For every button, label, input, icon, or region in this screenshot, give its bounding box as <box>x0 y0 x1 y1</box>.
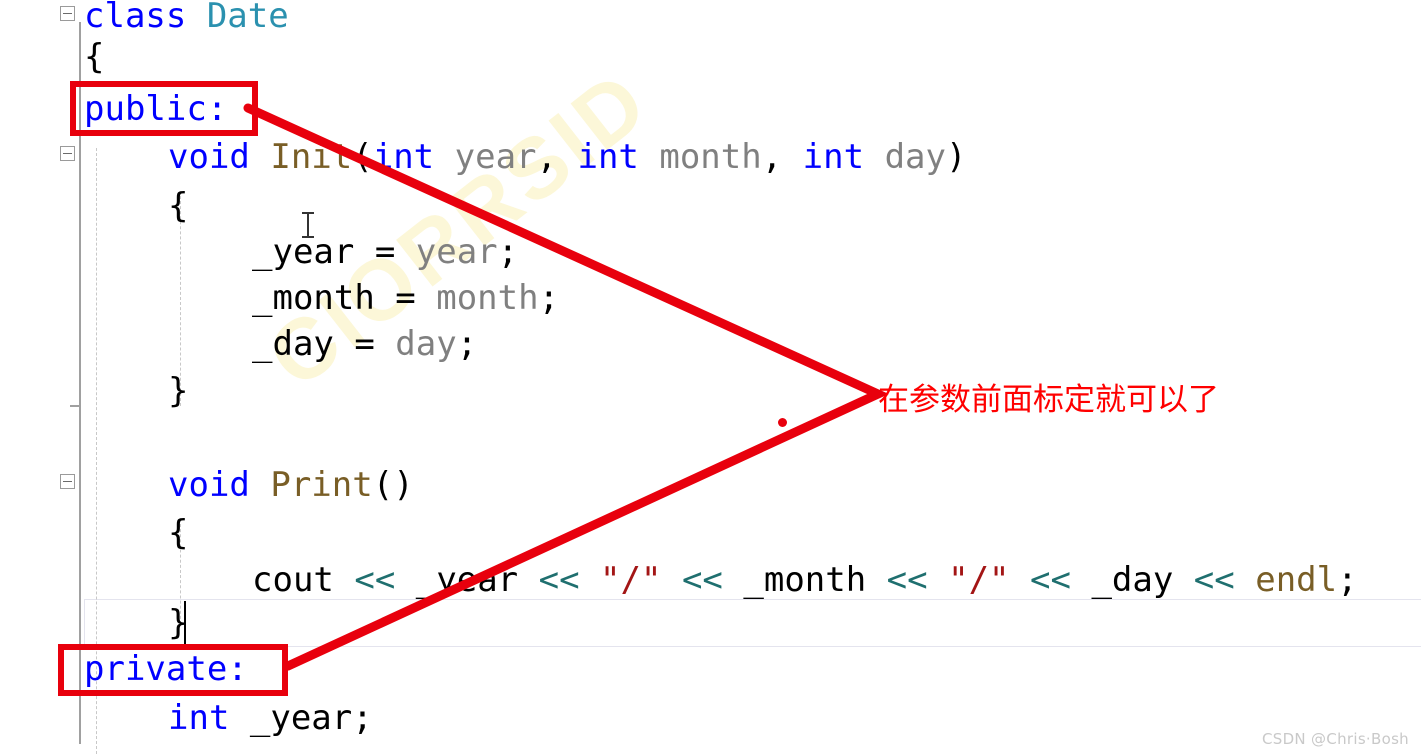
code-token-plain: _month <box>722 560 887 600</box>
current-line-highlight <box>84 599 1421 647</box>
code-token-kw: int <box>168 698 250 738</box>
code-line[interactable]: private: <box>84 645 248 693</box>
code-token-plain: _day = <box>252 324 396 364</box>
code-token-plain: _year <box>395 560 539 600</box>
code-token-fn: Init <box>270 137 353 177</box>
code-line[interactable]: } <box>168 367 188 415</box>
code-token-plain: ; <box>1337 560 1358 600</box>
code-token-kw: public: <box>84 89 228 129</box>
code-token-plain: ; <box>538 278 560 318</box>
code-token-plain: } <box>168 371 189 411</box>
fold-toggle-class[interactable] <box>60 6 75 21</box>
code-token-plain: ( <box>352 137 373 177</box>
code-token-kw: class <box>84 0 207 36</box>
code-token-param: month <box>436 278 539 318</box>
code-token-kw: void <box>168 137 271 177</box>
code-token-plain: , <box>761 137 803 177</box>
current-line-left-edge <box>84 599 85 647</box>
code-token-type: Date <box>206 0 289 36</box>
code-token-kw: private: <box>84 649 248 689</box>
code-token-kw: int <box>577 137 660 177</box>
csdn-watermark: CSDN @Chris·Bosh <box>1261 730 1409 748</box>
code-line[interactable]: public: <box>84 85 227 133</box>
code-token-op: << <box>1030 560 1071 600</box>
code-token-str: "/" <box>600 560 662 600</box>
code-token-plain: ; <box>497 232 519 272</box>
code-token-fn: endl <box>1255 560 1338 600</box>
code-line[interactable]: int _year; <box>168 694 373 742</box>
code-line[interactable]: { <box>168 182 188 230</box>
code-token-param: month <box>659 137 762 177</box>
code-token-plain: _day <box>1070 560 1194 600</box>
code-token-plain: { <box>168 186 189 226</box>
code-token-op: << <box>538 560 580 600</box>
mouse-ibeam-cursor <box>302 212 314 238</box>
code-line[interactable]: _month = month; <box>252 274 559 322</box>
code-token-fn: Print <box>270 465 373 505</box>
code-token-param: year <box>415 232 498 272</box>
code-token-plain: _year; <box>249 698 373 738</box>
code-line[interactable]: _day = day; <box>252 320 477 368</box>
outline-rail-class <box>79 22 81 744</box>
code-token-kw: int <box>372 137 455 177</box>
code-token-kw: void <box>168 465 271 505</box>
code-editor[interactable]: CIORRSID class Date{public: void Init(int… <box>0 0 1421 754</box>
code-token-plain: _month = <box>252 278 437 318</box>
code-line[interactable]: cout << _year << "/" << _month << "/" <<… <box>252 556 1358 604</box>
code-token-plain: ) <box>945 137 967 177</box>
code-token-op: << <box>681 560 723 600</box>
code-token-plain: { <box>84 37 105 77</box>
code-token-plain: _year = <box>252 232 416 272</box>
code-line[interactable]: _year = year; <box>252 228 518 276</box>
code-line[interactable]: class Date <box>84 0 289 40</box>
fold-end-tick-init <box>70 405 80 407</box>
code-token-kw: int <box>802 137 885 177</box>
code-token-op: << <box>886 560 928 600</box>
code-token-plain: cout <box>252 560 355 600</box>
fold-toggle-print[interactable] <box>60 474 75 489</box>
text-caret <box>184 601 186 645</box>
code-line[interactable]: { <box>168 509 188 557</box>
code-line[interactable]: void Init(int year, int month, int day) <box>168 133 966 181</box>
code-token-param: day <box>395 324 457 364</box>
code-line[interactable]: { <box>84 33 104 81</box>
code-token-param: year <box>454 137 537 177</box>
code-token-op: << <box>1193 560 1235 600</box>
code-token-str: "/" <box>948 560 1010 600</box>
fold-toggle-init[interactable] <box>60 146 75 161</box>
code-token-plain: , <box>536 137 578 177</box>
code-token-op: << <box>354 560 396 600</box>
code-line[interactable]: void Print() <box>168 461 414 509</box>
code-token-plain: ; <box>456 324 478 364</box>
code-token-plain: { <box>168 513 189 553</box>
code-token-plain: () <box>372 465 414 505</box>
code-token-param: day <box>884 137 946 177</box>
